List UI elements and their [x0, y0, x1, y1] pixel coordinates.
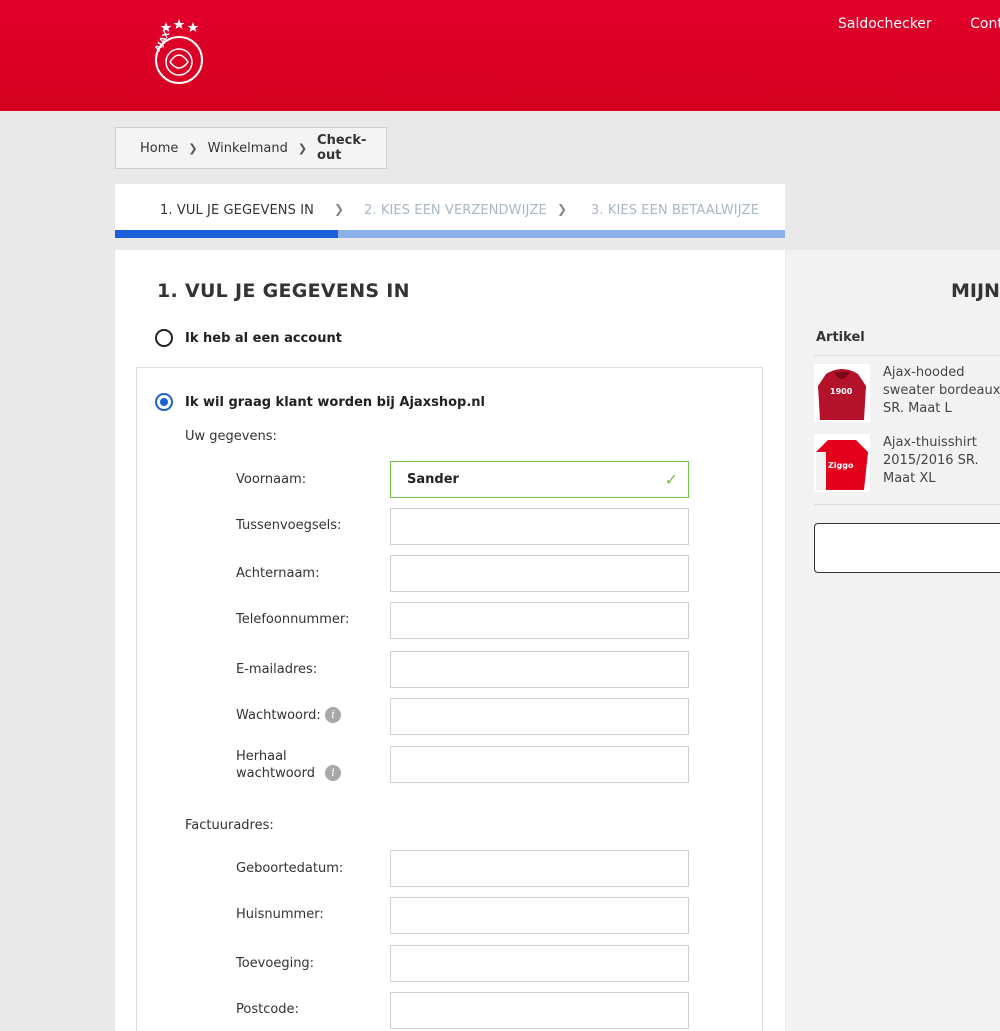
info-icon[interactable]: i: [325, 765, 341, 781]
huisnummer-input[interactable]: [390, 897, 689, 934]
chevron-right-icon: ❯: [188, 141, 198, 155]
cart-item[interactable]: 1900 Ajax-hooded sweater bordeaux SR. Ma…: [814, 364, 1000, 424]
breadcrumb-current: Check-out: [317, 133, 367, 163]
breadcrumb-home[interactable]: Home: [140, 141, 178, 156]
progress-track: [338, 230, 785, 238]
postcode-input[interactable]: [390, 992, 689, 1029]
section-personal-label: Uw gegevens:: [185, 429, 277, 444]
step-2-tab[interactable]: 2. KIES EEN VERZENDWIJZE: [364, 203, 547, 218]
option-existing-label: Ik heb al een account: [185, 330, 342, 346]
label-herhaal-wachtwoord: Herhaal wachtwoord: [236, 749, 315, 781]
top-navigation: Saldochecker Contact: [838, 16, 1000, 32]
email-input[interactable]: [390, 651, 689, 688]
option-existing-account[interactable]: Ik heb al een account: [155, 329, 342, 347]
breadcrumb: Home ❯ Winkelmand ❯ Check-out: [115, 127, 387, 169]
svg-text:Ziggo: Ziggo: [828, 461, 854, 470]
option-new-customer[interactable]: Ik wil graag klant worden bij Ajaxshop.n…: [155, 393, 485, 411]
option-new-label: Ik wil graag klant worden bij Ajaxshop.n…: [185, 394, 485, 410]
step-1-tab[interactable]: 1. VUL JE GEGEVENS IN: [160, 203, 314, 218]
item-name: Ajax-thuisshirt 2015/2016 SR. Maat XL: [883, 435, 979, 486]
item-name: Ajax-hooded sweater bordeaux SR. Maat L: [883, 365, 1000, 416]
chevron-right-icon: ❯: [334, 202, 345, 216]
svg-text:1900: 1900: [830, 387, 853, 396]
product-thumbnail: Ziggo: [814, 434, 870, 492]
new-customer-box: Ik wil graag klant worden bij Ajaxshop.n…: [136, 367, 763, 1031]
cart-item[interactable]: Ziggo Ajax-thuisshirt 2015/2016 SR. Maat…: [814, 434, 1000, 494]
details-form: 1. VUL JE GEGEVENS IN Ik heb al een acco…: [115, 250, 785, 1031]
progress-fill: [115, 230, 338, 238]
label-geboortedatum: Geboortedatum:: [236, 861, 344, 876]
label-voornaam: Voornaam:: [236, 472, 307, 487]
info-icon[interactable]: i: [325, 707, 341, 723]
chevron-right-icon: ❯: [557, 202, 568, 216]
label-postcode: Postcode:: [236, 1002, 299, 1017]
checkmark-icon: ✓: [664, 470, 678, 489]
voornaam-value: Sander: [407, 472, 459, 487]
herhaal-wachtwoord-input[interactable]: [390, 746, 689, 783]
label-wachtwoord: Wachtwoord:: [236, 708, 321, 723]
step-3-tab[interactable]: 3. KIES EEN BETAALWIJZE: [591, 203, 759, 218]
site-header: AJAX Saldochecker Contact: [0, 0, 1000, 111]
cart-action-button[interactable]: [814, 523, 1000, 573]
label-achternaam: Achternaam:: [236, 566, 320, 581]
checkout-steps: 1. VUL JE GEGEVENS IN ❯ 2. KIES EEN VERZ…: [115, 184, 785, 238]
form-title: 1. VUL JE GEGEVENS IN: [157, 280, 410, 302]
divider: [814, 355, 1000, 356]
nav-saldochecker[interactable]: Saldochecker: [838, 16, 932, 32]
achternaam-input[interactable]: [390, 555, 689, 592]
voornaam-input[interactable]: Sander ✓: [390, 461, 689, 498]
toevoeging-input[interactable]: [390, 945, 689, 982]
radio-new-customer[interactable]: [155, 393, 173, 411]
radio-existing[interactable]: [155, 329, 173, 347]
cart-title: MIJN: [951, 280, 1000, 302]
product-thumbnail: 1900: [814, 364, 870, 422]
tussenvoegsels-input[interactable]: [390, 508, 689, 545]
geboortedatum-input[interactable]: [390, 850, 689, 887]
ajax-logo[interactable]: AJAX: [150, 18, 208, 88]
breadcrumb-cart[interactable]: Winkelmand: [208, 141, 288, 156]
wachtwoord-input[interactable]: [390, 698, 689, 735]
cart-column-article: Artikel: [816, 330, 865, 345]
nav-contact[interactable]: Contact: [970, 16, 1000, 32]
label-toevoeging: Toevoeging:: [236, 956, 315, 971]
divider: [814, 504, 1000, 505]
chevron-right-icon: ❯: [297, 141, 308, 155]
label-email: E-mailadres:: [236, 662, 318, 677]
telefoon-input[interactable]: [390, 602, 689, 639]
label-huisnummer: Huisnummer:: [236, 907, 324, 922]
label-telefoon: Telefoonnummer:: [236, 612, 350, 627]
cart-summary: MIJN Artikel 1900 Ajax-hooded sweater bo…: [786, 250, 1000, 1031]
section-billing-label: Factuuradres:: [185, 818, 274, 833]
svg-text:AJAX: AJAX: [153, 29, 172, 53]
label-tussenvoegsels: Tussenvoegsels:: [236, 518, 342, 533]
